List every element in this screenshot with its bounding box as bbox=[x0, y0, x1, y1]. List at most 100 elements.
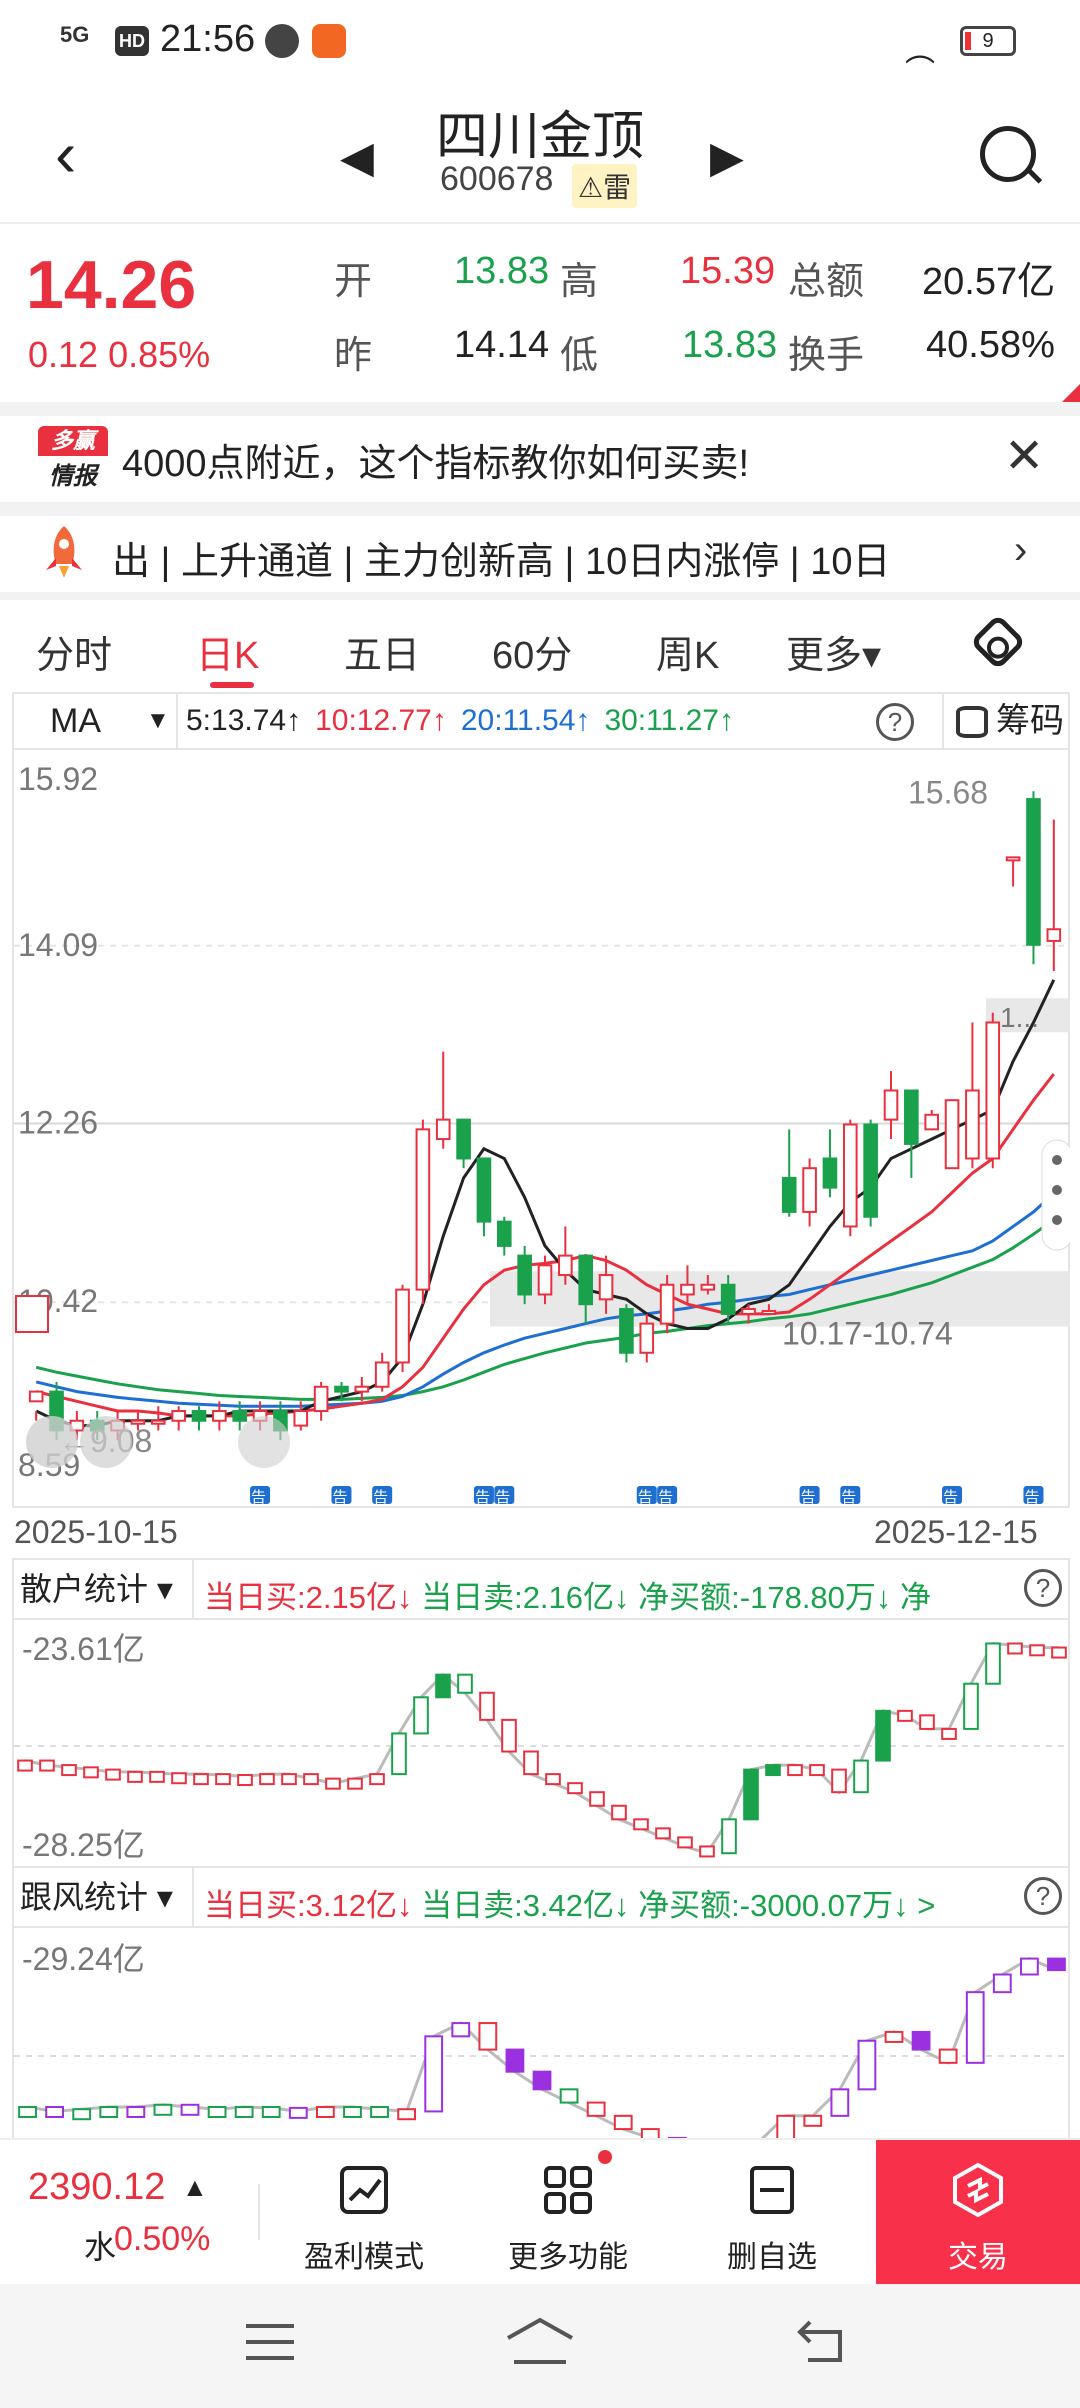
candle bbox=[1046, 928, 1062, 942]
help-icon[interactable]: ? bbox=[1024, 1569, 1062, 1607]
flow-bar bbox=[424, 2035, 444, 2113]
trade-button[interactable]: 交易 bbox=[876, 2140, 1080, 2284]
high-label: 高 bbox=[560, 261, 599, 303]
risk-badge[interactable]: ⚠雷 bbox=[572, 164, 638, 208]
news-text[interactable]: 4000点附近，这个指标教你如何买卖! bbox=[122, 432, 749, 487]
flow-bar bbox=[369, 1773, 385, 1786]
flow-bar bbox=[523, 1750, 539, 1776]
tab-daily-k[interactable]: 日K bbox=[196, 624, 259, 679]
candle bbox=[598, 1274, 614, 1301]
flow-bar bbox=[288, 2106, 308, 2119]
y-tick-label: 12.26 bbox=[18, 1105, 98, 1141]
retail-chart[interactable]: -23.61亿 -28.25亿 bbox=[12, 1618, 1070, 1868]
follow-svg: -29.24亿 bbox=[14, 1941, 1068, 2138]
remove-watchlist-button[interactable]: 删自选 bbox=[692, 2162, 852, 2276]
more-dots-icon bbox=[1052, 1185, 1062, 1195]
low-value: 13.83 bbox=[682, 324, 778, 366]
candle bbox=[680, 1283, 695, 1296]
flow-bar bbox=[457, 1673, 473, 1694]
next-stock-icon[interactable]: ▶ bbox=[710, 132, 744, 183]
tab-five-day[interactable]: 五日 bbox=[344, 624, 420, 679]
follow-chart[interactable]: -29.24亿 bbox=[12, 1926, 1070, 2138]
tab-weekly-k[interactable]: 周K bbox=[656, 624, 719, 679]
flow-bar bbox=[809, 1764, 825, 1777]
bottom-action-bar: 2390.12 ▲ 水 0.50% 盈利模式 更多功能 删自选 交易 bbox=[0, 2138, 1080, 2284]
help-icon[interactable]: ? bbox=[876, 703, 914, 741]
flow-bar bbox=[397, 2108, 417, 2121]
candle bbox=[395, 1288, 410, 1364]
signal-ticker[interactable]: 出 | 上升通道 | 主力创新高 | 10日内涨停 | 10日 › bbox=[0, 516, 1080, 592]
flow-bar bbox=[1051, 1646, 1067, 1659]
candle bbox=[517, 1254, 532, 1296]
wifi-icon: ︵ bbox=[905, 35, 935, 68]
flow-bar bbox=[532, 2070, 552, 2091]
indicator-selector[interactable]: MA ▼ bbox=[14, 694, 178, 748]
flow-bar bbox=[586, 2101, 606, 2117]
candle bbox=[558, 1254, 573, 1277]
follow-net: 净买额:-3000.07万↓ bbox=[638, 1888, 909, 1923]
kline-chart[interactable]: 15.9214.0912.2610.428.5915.68←9.0810.17-… bbox=[12, 748, 1070, 1508]
ticker-text[interactable]: 出 | 上升通道 | 主力创新高 | 10日内涨停 | 10日 bbox=[112, 530, 982, 585]
chevron-right-icon[interactable]: › bbox=[1014, 528, 1027, 573]
end-date: 2025-12-15 bbox=[874, 1514, 1038, 1550]
follow-selector[interactable]: 跟风统计 ▾ bbox=[14, 1868, 194, 1926]
flow-bar bbox=[911, 2030, 931, 2051]
drag-handle bbox=[26, 1416, 78, 1468]
profit-mode-button[interactable]: 盈利模式 bbox=[284, 2162, 444, 2276]
flow-bar bbox=[1029, 1644, 1045, 1657]
drag-handle bbox=[238, 1416, 290, 1468]
notification-dot bbox=[598, 2150, 612, 2164]
trend-chart-icon bbox=[340, 2166, 388, 2214]
help-icon[interactable]: ? bbox=[1024, 1877, 1062, 1915]
flow-bar bbox=[303, 1773, 319, 1786]
stock-name: 四川金顶 bbox=[435, 108, 644, 166]
candle bbox=[741, 1308, 756, 1315]
flow-bar bbox=[567, 1782, 583, 1795]
index-value[interactable]: 2390.12 bbox=[28, 2166, 165, 2209]
tab-60min[interactable]: 60分 bbox=[492, 624, 572, 679]
amount-value: 20.57亿 bbox=[922, 261, 1056, 303]
chips-button[interactable]: 筹码 bbox=[942, 694, 1072, 748]
search-icon[interactable] bbox=[980, 126, 1036, 182]
price-change: 0.12 0.85% bbox=[28, 334, 211, 375]
stock-code: 600678 bbox=[440, 160, 554, 198]
more-functions-button[interactable]: 更多功能 bbox=[488, 2162, 648, 2276]
announcement-marker-label: 告 bbox=[495, 1489, 510, 1506]
flow-bar bbox=[699, 1845, 715, 1858]
candle bbox=[1026, 798, 1041, 946]
flow-bar bbox=[787, 1764, 803, 1777]
flow-bar bbox=[234, 2106, 254, 2118]
active-tab-indicator bbox=[210, 682, 254, 688]
flow-bar bbox=[655, 1827, 671, 1840]
ma5-value: 5:13.74↑ bbox=[186, 704, 302, 737]
home-icon[interactable] bbox=[504, 2316, 576, 2366]
trade-icon bbox=[953, 2162, 1003, 2218]
flow-bar bbox=[545, 1773, 561, 1786]
candle bbox=[944, 1099, 960, 1170]
settings-icon[interactable] bbox=[969, 613, 1027, 671]
y-tick-label: 15.92 bbox=[18, 761, 98, 797]
candle bbox=[1005, 856, 1021, 862]
flow-bar bbox=[505, 2048, 525, 2073]
menu-icon[interactable] bbox=[244, 2320, 296, 2364]
last-price: 14.26 bbox=[26, 247, 197, 323]
top-value-label: -23.61亿 bbox=[22, 1631, 145, 1667]
flow-bar bbox=[237, 1774, 253, 1787]
bottom-value-label: -28.25亿 bbox=[22, 1827, 145, 1863]
caret-down-icon: ▼ bbox=[146, 707, 170, 734]
amount-label: 总额 bbox=[788, 261, 865, 303]
candle bbox=[883, 1089, 899, 1121]
candle bbox=[28, 1390, 44, 1403]
retail-selector[interactable]: 散户统计 ▾ bbox=[14, 1560, 194, 1618]
flow-bar bbox=[171, 1772, 187, 1785]
network-indicator: 5G bbox=[60, 22, 90, 47]
flow-bar bbox=[479, 1691, 495, 1721]
close-icon[interactable]: ✕ bbox=[1004, 428, 1044, 484]
candle bbox=[435, 1118, 451, 1141]
candle bbox=[965, 1089, 980, 1160]
tab-intraday[interactable]: 分时 bbox=[36, 624, 112, 679]
back-nav-icon[interactable] bbox=[796, 2318, 848, 2364]
tab-more[interactable]: 更多▾ bbox=[786, 624, 881, 679]
news-banner[interactable]: 多赢 情报 4000点附近，这个指标教你如何买卖! ✕ bbox=[0, 412, 1080, 502]
candle bbox=[700, 1283, 716, 1291]
